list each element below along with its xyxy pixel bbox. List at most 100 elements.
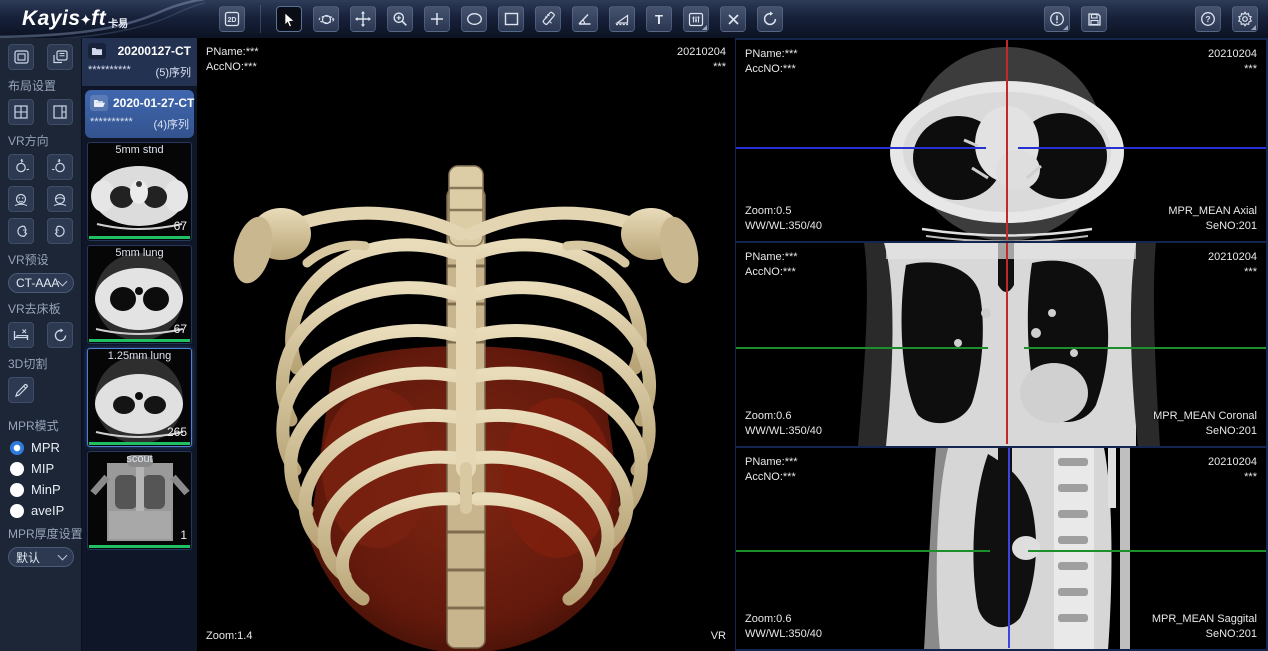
help-icon: ? — [1200, 11, 1216, 27]
thumbnail-label: scout — [88, 453, 191, 465]
folder-open-icon — [90, 95, 108, 111]
svg-text:2D: 2D — [228, 17, 237, 24]
logo-text: Kayis — [22, 7, 81, 31]
remove-bed-button[interactable] — [8, 322, 34, 348]
accession-number: AccNO:*** — [206, 60, 259, 75]
measure-tool-button[interactable] — [535, 6, 561, 32]
study-item-selected[interactable]: 2020-01-27-CT ********** (4)序列 — [85, 90, 194, 138]
vr-left-view-button[interactable] — [8, 218, 34, 244]
mpr-overlay-bottomleft: Zoom:0.6 WW/WL:350/40 — [745, 409, 822, 439]
vr-rotate-right-button[interactable] — [47, 154, 73, 180]
logo-text: ft — [91, 7, 106, 31]
vr-preset-value: CT-AAA — [16, 276, 59, 290]
mpr-mode-radio-mpr[interactable]: MPR — [10, 440, 73, 455]
help-button[interactable]: ? — [1195, 6, 1221, 32]
mpr-axial-viewport[interactable]: PName:*** AccNO:*** 20210204 *** Zoom:0.… — [735, 38, 1268, 242]
angle-tool-button[interactable] — [572, 6, 598, 32]
mpr-mode-radio-minp[interactable]: MinP — [10, 482, 73, 497]
pan-tool-button[interactable] — [350, 6, 376, 32]
save-button[interactable] — [1081, 6, 1107, 32]
reset-view-button[interactable] — [757, 6, 783, 32]
patient-name: PName:*** — [745, 250, 798, 265]
patient-name: PName:*** — [745, 47, 798, 62]
mpr-sagittal-viewport[interactable]: PName:*** AccNO:*** 20210204 *** Zoom:0.… — [735, 447, 1268, 651]
grid-2x2-icon — [14, 105, 28, 119]
series-thumbnail[interactable]: 5mm lung 67 — [87, 245, 192, 344]
rectangle-tool-button[interactable] — [498, 6, 524, 32]
study-title: 2020-01-27-CT — [113, 96, 194, 110]
vr-right-view-button[interactable] — [47, 218, 73, 244]
mpr-thickness-select[interactable]: 默认 — [8, 547, 74, 567]
axial-crosshair-vertical[interactable] — [1006, 40, 1008, 240]
series-number: SeNO:201 — [1153, 424, 1257, 439]
screen-layout-button[interactable] — [8, 44, 34, 70]
sagittal-crosshair-horizontal[interactable] — [736, 550, 990, 552]
series-thumbnail[interactable]: 5mm stnd 67 — [87, 142, 192, 241]
pointer-tool-button[interactable] — [276, 6, 302, 32]
mpr-overlay-topright: 20210204 *** — [1208, 455, 1257, 485]
sagittal-crosshair-horizontal[interactable] — [1028, 550, 1266, 552]
panel-toggle-button[interactable] — [47, 44, 73, 70]
rotate-3d-button[interactable] — [313, 6, 339, 32]
vr-viewport[interactable]: PName:*** AccNO:*** 20210204 *** Zoom:1.… — [197, 38, 735, 651]
settings-button[interactable] — [1232, 6, 1258, 32]
thumbnail-progress-bar — [89, 236, 190, 239]
app-window: Kayis✦ft 卡易 2D — [0, 0, 1268, 651]
zoom-tool-button[interactable] — [387, 6, 413, 32]
coronal-crosshair-horizontal[interactable] — [736, 347, 988, 349]
study-patient-id: ********** — [88, 64, 131, 80]
radio-checked-icon — [10, 441, 24, 455]
vr-zoom-factor: Zoom:1.4 — [206, 629, 252, 644]
bed-reset-button[interactable] — [47, 322, 73, 348]
vr-back-view-button[interactable] — [47, 186, 73, 212]
split-layout-button[interactable] — [47, 99, 73, 125]
mpr-thickness-value: 默认 — [16, 549, 59, 566]
study-series-count: (4)序列 — [154, 116, 189, 132]
axial-crosshair-horizontal[interactable] — [736, 147, 986, 149]
coronal-crosshair-horizontal[interactable] — [1024, 347, 1266, 349]
window-level-button[interactable] — [424, 6, 450, 32]
radio-icon — [10, 504, 24, 518]
mpr-column: PName:*** AccNO:*** 20210204 *** Zoom:0.… — [735, 38, 1268, 651]
angle-icon — [577, 12, 593, 26]
report-info-button[interactable] — [1044, 6, 1070, 32]
mpr-mode-radio-aveip[interactable]: aveIP — [10, 503, 73, 518]
vr-back-view-icon — [52, 192, 68, 207]
2d-view-button[interactable]: 2D — [219, 6, 245, 32]
radio-label: MinP — [31, 482, 61, 497]
study-item[interactable]: 20200127-CT ********** (5)序列 — [82, 38, 197, 87]
vr-rotate-left-icon — [13, 159, 29, 175]
series-thumbnail-selected[interactable]: 1.25mm lung 265 — [87, 348, 192, 447]
mpr-overlay-bottomleft: Zoom:0.5 WW/WL:350/40 — [745, 204, 822, 234]
study-date: 20210204 — [1208, 47, 1257, 62]
radio-label: MIP — [31, 461, 54, 476]
zoom-factor: Zoom:0.6 — [745, 612, 822, 627]
grid-layout-button[interactable] — [8, 99, 34, 125]
mpr-overlay-bottomright: MPR_MEAN Axial SeNO:201 — [1168, 204, 1257, 234]
series-compare-button[interactable] — [683, 6, 709, 32]
accession-number: AccNO:*** — [745, 265, 798, 280]
axial-crosshair-horizontal[interactable] — [1018, 147, 1266, 149]
mpr-overlay-topleft: PName:*** AccNO:*** — [745, 455, 798, 485]
ellipse-tool-button[interactable] — [461, 6, 487, 32]
vr-bed-removal-label: VR去床板 — [8, 300, 73, 317]
series-thumbnail[interactable]: scout 1 — [87, 451, 192, 550]
mpr-overlay-topright: 20210204 *** — [1208, 47, 1257, 77]
mpr-coronal-viewport[interactable]: PName:*** AccNO:*** 20210204 *** Zoom:0.… — [735, 242, 1268, 447]
sagittal-crosshair-vertical[interactable] — [1008, 448, 1010, 648]
vr-preset-select[interactable]: CT-AAA — [8, 273, 74, 293]
folder-closed-icon — [88, 43, 106, 59]
vr-front-view-button[interactable] — [8, 186, 34, 212]
accession-number: AccNO:*** — [745, 470, 798, 485]
text-annotation-button[interactable]: T — [646, 6, 672, 32]
mpr-mode-radio-mip[interactable]: MIP — [10, 461, 73, 476]
cobb-angle-button[interactable] — [609, 6, 635, 32]
vr-overlay-topright: 20210204 *** — [677, 45, 726, 75]
series-compare-icon — [688, 12, 704, 27]
scalpel-cut-button[interactable] — [8, 377, 34, 403]
vr-rotate-left-button[interactable] — [8, 154, 34, 180]
pointer-icon — [282, 12, 297, 27]
coronal-crosshair-vertical[interactable] — [1006, 243, 1008, 444]
delete-annotation-button[interactable] — [720, 6, 746, 32]
series-number: SeNO:201 — [1152, 627, 1257, 642]
